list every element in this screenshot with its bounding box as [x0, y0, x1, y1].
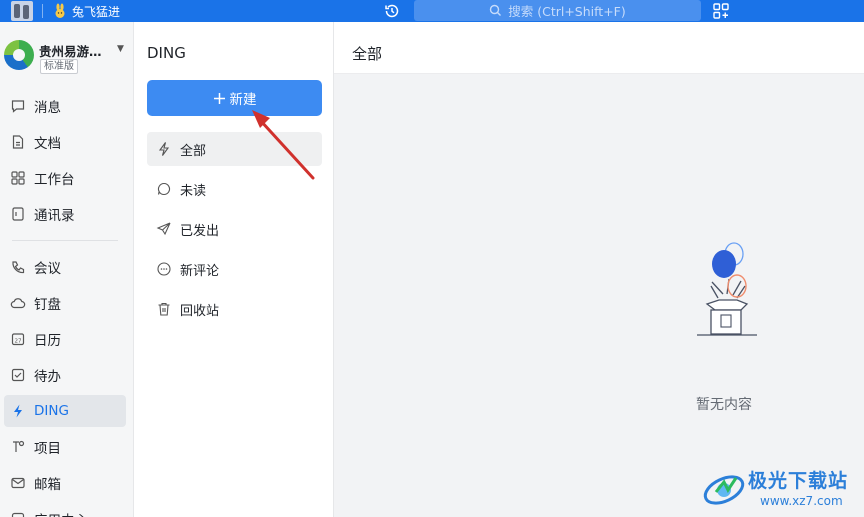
phone-icon — [12, 261, 25, 274]
sidebar-item-app-center[interactable]: 应用中心 — [4, 503, 126, 517]
user-name: 兔飞猛进 — [72, 4, 121, 19]
rabbit-icon — [55, 3, 65, 18]
history-icon[interactable] — [383, 2, 401, 20]
search-input[interactable]: 搜索 (Ctrl+Shift+F) — [414, 0, 701, 21]
sidebar-item-meeting[interactable]: 会议 — [4, 251, 126, 283]
sidebar-item-label: 待办 — [34, 369, 61, 385]
org-logo — [4, 40, 34, 70]
filter-label: 回收站 — [180, 303, 220, 319]
filter-sent[interactable]: 已发出 — [147, 212, 322, 246]
send-icon — [156, 222, 171, 236]
annotation-arrow — [252, 110, 315, 180]
message-icon — [11, 100, 25, 113]
sidebar-item-label: 工作台 — [34, 172, 75, 188]
comment-icon — [157, 262, 171, 276]
svg-text:27: 27 — [15, 339, 22, 345]
sidebar-divider — [12, 240, 118, 241]
document-icon — [12, 135, 24, 149]
sidebar-item-label: 文档 — [34, 136, 61, 152]
filter-label: 全部 — [180, 143, 207, 159]
filter-trash[interactable]: 回收站 — [147, 292, 322, 326]
sidebar-item-label: DING — [34, 403, 69, 419]
sidebar-item-label: 项目 — [34, 441, 61, 457]
sidebar-item-workbench[interactable]: 工作台 — [4, 162, 126, 194]
watermark-logo — [703, 475, 745, 505]
filter-label: 新评论 — [180, 263, 220, 279]
filter-label: 未读 — [180, 183, 207, 199]
sidebar-item-project[interactable]: 项目 — [4, 431, 126, 463]
sidebar-item-label: 消息 — [34, 100, 61, 116]
cloud-icon — [10, 298, 26, 309]
watermark-url: www.xz7.com — [760, 494, 843, 508]
main-content: 暂无内容 — [334, 74, 864, 517]
watermark: 极光下载站 www.xz7.com — [700, 460, 864, 517]
sidebar-item-todo[interactable]: 待办 — [4, 359, 126, 391]
ding-list-panel: DING 新建 全部 未读 已发出 新评论 回收站 — [134, 22, 334, 517]
watermark-name: 极光下载站 — [748, 470, 849, 492]
main-header: 全部 — [334, 22, 864, 74]
empty-box-balloons-illustration — [697, 242, 757, 336]
empty-state-text: 暂无内容 — [696, 397, 752, 413]
chat-bubble-icon — [157, 182, 170, 196]
lightning-icon — [158, 142, 170, 156]
grid-icon — [11, 171, 25, 185]
filter-new-comments[interactable]: 新评论 — [147, 252, 322, 286]
user-avatar[interactable] — [11, 1, 33, 21]
sidebar-item-label: 日历 — [34, 333, 61, 349]
sidebar-item-label: 钉盘 — [34, 297, 61, 313]
main-title: 全部 — [352, 45, 383, 63]
sidebar-item-label: 应用中心 — [34, 509, 88, 517]
sidebar-item-contacts[interactable]: 通讯录 — [4, 198, 126, 230]
filter-label: 已发出 — [180, 223, 220, 239]
sidebar-item-messages[interactable]: 消息 — [4, 90, 126, 122]
user-chip[interactable]: 兔飞猛进 — [52, 2, 120, 20]
trash-icon — [158, 302, 170, 316]
contacts-icon — [12, 207, 24, 221]
divider — [42, 4, 43, 18]
sidebar-item-label: 通讯录 — [34, 208, 75, 224]
sidebar-item-mail[interactable]: 邮箱 — [4, 467, 126, 499]
checkbox-icon — [11, 368, 25, 382]
panel-title: DING — [147, 44, 186, 62]
sidebar-item-drive[interactable]: 钉盘 — [4, 287, 126, 319]
sidebar-item-calendar[interactable]: 27 日历 — [4, 323, 126, 355]
sidebar-item-label: 会议 — [34, 261, 61, 277]
apps-icon — [11, 512, 25, 517]
sidebar-item-docs[interactable]: 文档 — [4, 126, 126, 158]
project-icon — [13, 440, 25, 452]
lightning-icon — [14, 404, 22, 418]
apps-grid-icon[interactable] — [712, 2, 730, 20]
calendar-icon: 27 — [11, 333, 25, 346]
sidebar-item-label: 邮箱 — [34, 477, 61, 493]
plus-icon — [213, 92, 225, 104]
org-switcher[interactable]: 贵州易游… ▼ 标准版 — [4, 40, 130, 80]
org-name: 贵州易游… — [39, 44, 102, 59]
caret-down-icon[interactable]: ▼ — [117, 44, 124, 54]
search-placeholder: 搜索 (Ctrl+Shift+F) — [508, 4, 626, 19]
mail-icon — [11, 477, 25, 489]
top-bar: 兔飞猛进 搜索 (Ctrl+Shift+F) — [0, 0, 864, 22]
org-plan-badge: 标准版 — [40, 59, 78, 74]
sidebar: 贵州易游… ▼ 标准版 消息 文档 工作台 通讯录 会议 钉盘 27 日历 待办… — [0, 22, 134, 517]
search-icon — [490, 4, 502, 16]
sidebar-item-ding[interactable]: DING — [4, 395, 126, 427]
